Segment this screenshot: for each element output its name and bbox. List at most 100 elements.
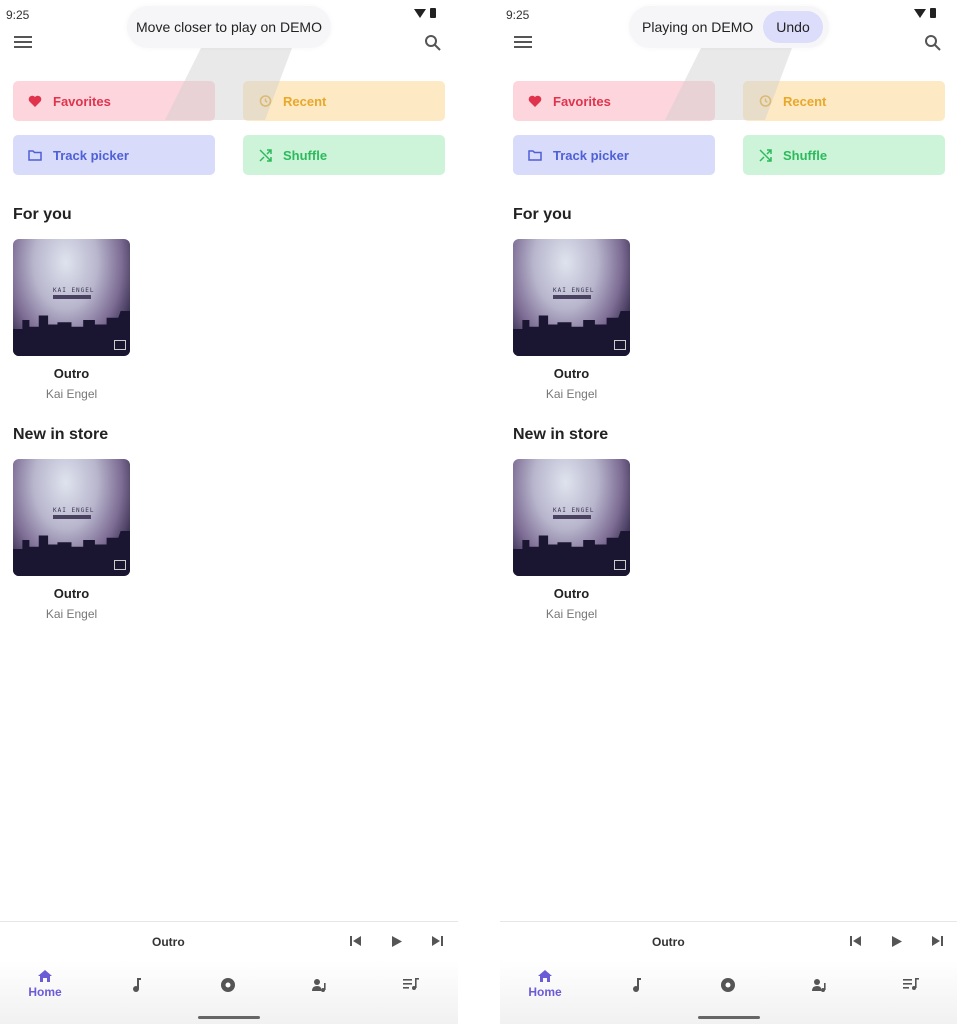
section-title-for-you: For you	[513, 206, 572, 223]
recent-label: Recent	[283, 93, 327, 109]
nav-item-playlists[interactable]	[381, 978, 441, 990]
nav-item-artists[interactable]	[790, 978, 850, 992]
home-icon	[38, 970, 52, 982]
player-divider	[0, 921, 458, 922]
shuffle-button[interactable]: Shuffle	[743, 135, 945, 175]
album-artist: Kai Engel	[45, 387, 98, 401]
album-card[interactable]: KAI ENGEL Outro Kai Engel	[513, 239, 630, 401]
nav-item-home[interactable]: Home	[515, 970, 575, 999]
cast-toast: Playing on DEMO Undo	[629, 6, 829, 48]
album-title: Outro	[53, 586, 90, 601]
album-card[interactable]: KAI ENGEL Outro Kai Engel	[13, 239, 130, 401]
album-card[interactable]: KAI ENGEL Outro Kai Engel	[513, 459, 630, 621]
album-cover: KAI ENGEL	[13, 459, 130, 576]
menu-button[interactable]	[514, 36, 532, 50]
nav-item-home[interactable]: Home	[15, 970, 75, 999]
battery-icon	[430, 8, 436, 18]
wifi-icon	[914, 8, 926, 18]
search-icon[interactable]	[924, 34, 942, 52]
skip-previous-icon	[850, 936, 861, 946]
home-indicator[interactable]	[698, 1016, 760, 1019]
skip-next-icon	[432, 936, 443, 946]
shuffle-icon	[257, 147, 273, 163]
favorites-label: Favorites	[553, 93, 611, 109]
nav-item-songs[interactable]	[607, 978, 667, 992]
nav-item-albums[interactable]	[198, 978, 258, 992]
album-title: Outro	[53, 366, 90, 381]
skip-next-icon	[932, 936, 943, 946]
album-artist: Kai Engel	[545, 387, 598, 401]
album-cover: KAI ENGEL	[13, 239, 130, 356]
phone-screen-left: 9:25 Favorites Recent Track picker Shuff…	[0, 0, 458, 1024]
folder-icon	[27, 147, 43, 163]
shuffle-label: Shuffle	[283, 147, 328, 163]
player-divider	[500, 921, 957, 922]
folder-icon	[527, 147, 543, 163]
album-cover: KAI ENGEL	[513, 459, 630, 576]
section-title-new-in-store: New in store	[13, 426, 109, 443]
playlist-icon	[403, 978, 419, 990]
section-title-for-you: For you	[13, 206, 72, 223]
favorites-button[interactable]: Favorites	[13, 81, 215, 121]
skip-next-button[interactable]	[430, 934, 444, 948]
nav-label-home: Home	[28, 985, 62, 999]
battery-icon	[930, 8, 936, 18]
skip-previous-icon	[350, 936, 361, 946]
status-time: 9:25	[6, 8, 30, 22]
artist-icon	[812, 979, 826, 992]
wifi-icon	[414, 8, 426, 18]
now-playing-title[interactable]: Outro	[652, 935, 685, 949]
music-note-icon	[133, 978, 141, 992]
nav-item-songs[interactable]	[107, 978, 167, 992]
search-icon[interactable]	[424, 34, 442, 52]
home-indicator[interactable]	[198, 1016, 260, 1019]
undo-button[interactable]: Undo	[763, 11, 823, 43]
section-title-new-in-store: New in store	[513, 426, 609, 443]
status-icons	[914, 8, 936, 18]
playlist-icon	[903, 978, 919, 990]
nav-item-artists[interactable]	[290, 978, 350, 992]
skip-previous-button[interactable]	[849, 934, 863, 948]
menu-button[interactable]	[14, 36, 32, 50]
album-title: Outro	[553, 366, 590, 381]
bottom-navigation: Home	[500, 960, 957, 1024]
recent-button[interactable]: Recent	[243, 81, 445, 121]
artist-icon	[312, 979, 326, 992]
track-picker-label: Track picker	[553, 147, 629, 163]
toast-message: Playing on DEMO	[642, 19, 754, 35]
shuffle-button[interactable]: Shuffle	[243, 135, 445, 175]
play-icon	[392, 935, 402, 947]
phone-screen-right: 9:25 Favorites Recent Track picker Shuff…	[500, 0, 957, 1024]
toast-message: Move closer to play on DEMO	[136, 19, 322, 35]
recent-button[interactable]: Recent	[743, 81, 945, 121]
status-time: 9:25	[506, 8, 530, 22]
now-playing-title[interactable]: Outro	[152, 935, 185, 949]
favorites-button[interactable]: Favorites	[513, 81, 715, 121]
cast-toast: Move closer to play on DEMO	[127, 6, 331, 48]
track-picker-button[interactable]: Track picker	[13, 135, 215, 175]
album-icon	[221, 978, 235, 992]
screen-gap	[458, 0, 500, 1024]
nav-item-playlists[interactable]	[881, 978, 941, 990]
nav-label-home: Home	[528, 985, 562, 999]
status-icons	[414, 8, 436, 18]
play-icon	[892, 935, 902, 947]
heart-icon	[27, 93, 43, 109]
skip-previous-button[interactable]	[349, 934, 363, 948]
album-artist: Kai Engel	[545, 607, 598, 621]
play-button[interactable]	[890, 934, 904, 948]
album-title: Outro	[553, 586, 590, 601]
history-icon	[757, 93, 773, 109]
album-card[interactable]: KAI ENGEL Outro Kai Engel	[13, 459, 130, 621]
track-picker-button[interactable]: Track picker	[513, 135, 715, 175]
recent-label: Recent	[783, 93, 827, 109]
album-artist: Kai Engel	[45, 607, 98, 621]
home-icon	[538, 970, 552, 982]
album-icon	[721, 978, 735, 992]
music-note-icon	[633, 978, 641, 992]
album-cover: KAI ENGEL	[513, 239, 630, 356]
play-button[interactable]	[390, 934, 404, 948]
favorites-label: Favorites	[53, 93, 111, 109]
skip-next-button[interactable]	[930, 934, 944, 948]
nav-item-albums[interactable]	[698, 978, 758, 992]
